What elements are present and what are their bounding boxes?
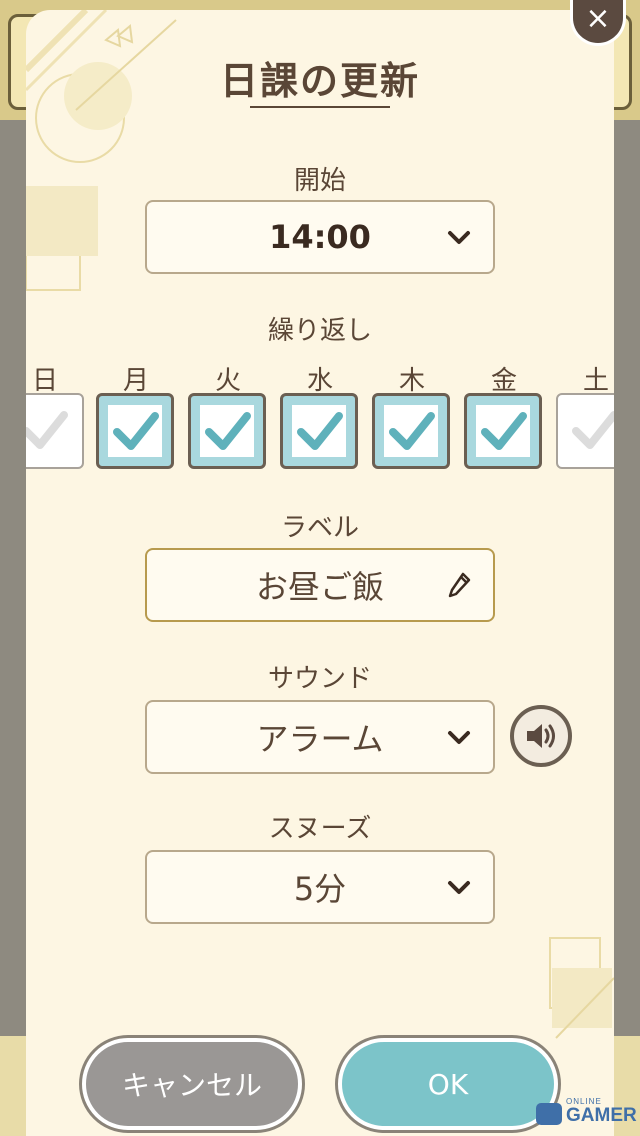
day-checkbox-sun[interactable] <box>26 393 84 469</box>
sound-label: サウンド <box>267 664 372 694</box>
check-icon <box>572 411 614 449</box>
snooze-select[interactable]: 5分 <box>145 850 495 924</box>
chevron-down-icon <box>448 881 470 894</box>
day-checkbox-thu[interactable] <box>372 393 450 469</box>
watermark-gamer: GAMER <box>566 1105 637 1126</box>
label-input[interactable]: お昼ご飯 <box>145 548 495 622</box>
gamer-logo-icon <box>536 1103 562 1125</box>
label-input-value: お昼ご飯 <box>255 568 384 606</box>
check-icon <box>481 412 527 450</box>
day-label-thu: 木 <box>398 366 425 396</box>
chevron-down-icon <box>448 731 470 744</box>
sound-select[interactable]: アラーム <box>145 700 495 774</box>
start-time-value: 14:00 <box>269 218 371 256</box>
day-label-wed: 水 <box>306 366 333 396</box>
check-icon <box>205 412 251 450</box>
speaker-icon <box>527 724 555 748</box>
chevron-down-icon <box>448 231 470 244</box>
title-underline <box>250 106 390 108</box>
day-checkbox-wed[interactable] <box>280 393 358 469</box>
update-routine-dialog: 日課の更新 開始 14:00 繰り返し 日 月 火 水 木 金 土 ラベル お昼… <box>26 10 614 1136</box>
day-checkbox-sat[interactable] <box>556 393 614 469</box>
start-time-select[interactable]: 14:00 <box>145 200 495 274</box>
check-icon <box>389 412 435 450</box>
check-icon <box>113 412 159 450</box>
cancel-button[interactable]: キャンセル <box>82 1038 302 1130</box>
snooze-value: 5分 <box>293 870 347 908</box>
decoration-shapes-bottom <box>549 937 614 1039</box>
day-label-fri: 金 <box>490 366 517 396</box>
check-icon <box>26 411 68 449</box>
sound-value: アラーム <box>256 720 384 758</box>
snooze-label: スヌーズ <box>268 814 372 844</box>
dialog-title: 日課の更新 <box>219 59 420 103</box>
day-checkbox-tue[interactable] <box>188 393 266 469</box>
day-checkbox-fri[interactable] <box>464 393 542 469</box>
label-field-label: ラベル <box>280 513 359 543</box>
start-label: 開始 <box>293 166 346 196</box>
day-label-sun: 日 <box>31 366 58 396</box>
watermark: ONLINE GAMER <box>532 1097 637 1129</box>
check-icon <box>297 412 343 450</box>
pencil-icon <box>448 572 471 598</box>
repeat-label: 繰り返し <box>267 316 372 346</box>
day-checkbox-mon[interactable] <box>96 393 174 469</box>
day-label-mon: 月 <box>122 366 149 396</box>
ok-button[interactable]: OK <box>338 1038 558 1130</box>
day-label-tue: 火 <box>214 366 241 396</box>
sound-preview-button[interactable] <box>510 705 572 767</box>
day-label-sat: 土 <box>582 366 609 396</box>
